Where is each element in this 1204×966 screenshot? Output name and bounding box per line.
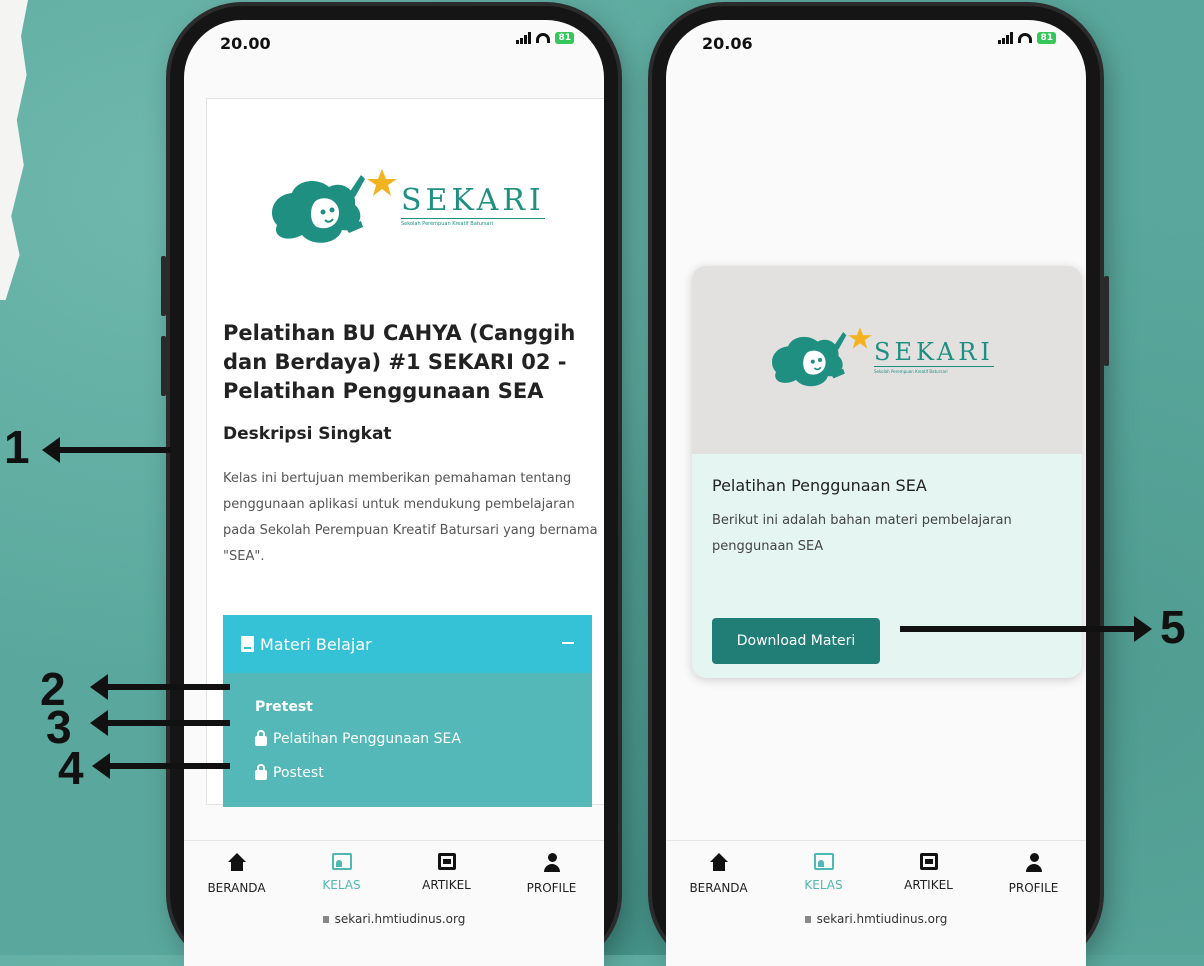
left-phone: 20.00 81 SEKARI Sekolah Perempuan Kreati… <box>161 6 618 966</box>
description-text: Kelas ini bertujuan memberikan pemahaman… <box>223 471 598 564</box>
nav-kelas[interactable]: KELAS <box>771 841 876 911</box>
bottom-nav: BERANDA KELAS ARTIKEL PROFILE <box>666 840 1086 911</box>
annotation-arrow-2 <box>90 674 230 700</box>
download-materi-button[interactable]: Download Materi <box>712 618 880 664</box>
nav-artikel[interactable]: ARTIKEL <box>876 841 981 911</box>
sekari-mascot-icon <box>772 327 872 387</box>
materi-item-label: Pretest <box>255 699 313 715</box>
logo-wordmark: SEKARI <box>874 338 994 366</box>
materi-item-label: Pelatihan Penggunaan SEA <box>273 731 461 747</box>
logo-wordmark: SEKARI <box>401 183 545 218</box>
annotation-arrow-4 <box>92 753 230 779</box>
sekari-logo: SEKARI Sekolah Perempuan Kreatif Batursa… <box>257 155 545 255</box>
materi-thumbnail: SEKARI Sekolah Perempuan Kreatif Batursa… <box>692 266 1082 454</box>
sekari-logo: SEKARI Sekolah Perempuan Kreatif Batursa… <box>760 316 994 396</box>
newspaper-icon <box>437 853 456 870</box>
signal-icon <box>516 32 532 44</box>
battery-icon: 81 <box>555 32 574 44</box>
course-title: Pelatihan BU CAHYA (Canggih dan Berdaya)… <box>223 321 576 403</box>
materi-item-pelatihan[interactable]: Pelatihan Penggunaan SEA <box>255 730 461 747</box>
home-icon <box>708 853 730 873</box>
annotation-number-1: 1 <box>4 421 30 473</box>
course-detail-card: SEKARI Sekolah Perempuan Kreatif Batursa… <box>206 98 604 807</box>
class-icon <box>331 853 352 870</box>
bottom-nav: BERANDA KELAS ARTIKEL PROFILE <box>184 840 604 911</box>
url-bar[interactable]: sekari.hmtiudinus.org <box>666 912 1086 926</box>
materi-item-postest[interactable]: Postest <box>255 764 324 781</box>
sekari-mascot-icon <box>272 169 397 243</box>
newspaper-icon <box>919 853 938 870</box>
materi-header-label: Materi Belajar <box>260 634 372 654</box>
wifi-icon <box>1018 33 1033 43</box>
collapse-icon[interactable] <box>562 642 574 644</box>
annotation-number-4: 4 <box>58 742 84 794</box>
materi-card: SEKARI Sekolah Perempuan Kreatif Batursa… <box>692 266 1082 678</box>
right-phone: 20.06 81 SEKARI Sekolah Perempuan Kreati… <box>652 6 1109 966</box>
battery-icon: 81 <box>1037 32 1056 44</box>
paper-tear-decoration <box>0 0 28 300</box>
lock-icon <box>322 916 329 923</box>
status-time: 20.06 <box>702 34 753 53</box>
home-icon <box>226 853 248 873</box>
annotation-arrow-5 <box>900 616 1152 642</box>
materi-item-pretest[interactable]: Pretest <box>255 699 313 715</box>
annotation-number-5: 5 <box>1160 601 1186 653</box>
user-icon <box>1023 853 1045 873</box>
materi-card-description: Berikut ini adalah bahan materi pembelaj… <box>712 513 1012 554</box>
materi-item-label: Postest <box>273 765 324 781</box>
nav-kelas[interactable]: KELAS <box>289 841 394 911</box>
left-screen: 20.00 81 SEKARI Sekolah Perempuan Kreati… <box>184 20 604 966</box>
nav-profile[interactable]: PROFILE <box>981 841 1086 911</box>
book-icon <box>241 636 254 652</box>
status-bar: 20.06 81 <box>666 20 1086 60</box>
materi-accordion-header[interactable]: Materi Belajar <box>223 615 592 673</box>
signal-icon <box>998 32 1014 44</box>
lock-icon <box>255 764 267 780</box>
materi-accordion: Materi Belajar Pretest Pelatihan Penggun… <box>223 615 592 807</box>
nav-beranda[interactable]: BERANDA <box>666 841 771 911</box>
class-icon <box>813 853 834 870</box>
wifi-icon <box>536 33 551 43</box>
materi-card-title: Pelatihan Penggunaan SEA <box>712 476 927 495</box>
description-heading: Deskripsi Singkat <box>223 424 392 444</box>
logo-subtitle: Sekolah Perempuan Kreatif Batursari <box>401 218 545 227</box>
lock-icon <box>804 916 811 923</box>
status-bar: 20.00 81 <box>184 20 604 60</box>
nav-artikel[interactable]: ARTIKEL <box>394 841 499 911</box>
nav-beranda[interactable]: BERANDA <box>184 841 289 911</box>
annotation-arrow-1 <box>42 437 171 463</box>
right-screen: 20.06 81 SEKARI Sekolah Perempuan Kreati… <box>666 20 1086 966</box>
url-bar[interactable]: sekari.hmtiudinus.org <box>184 912 604 926</box>
user-icon <box>541 853 563 873</box>
nav-profile[interactable]: PROFILE <box>499 841 604 911</box>
lock-icon <box>255 730 267 746</box>
status-time: 20.00 <box>220 34 271 53</box>
annotation-arrow-3 <box>90 710 230 736</box>
logo-subtitle: Sekolah Perempuan Kreatif Batursari <box>874 366 994 374</box>
